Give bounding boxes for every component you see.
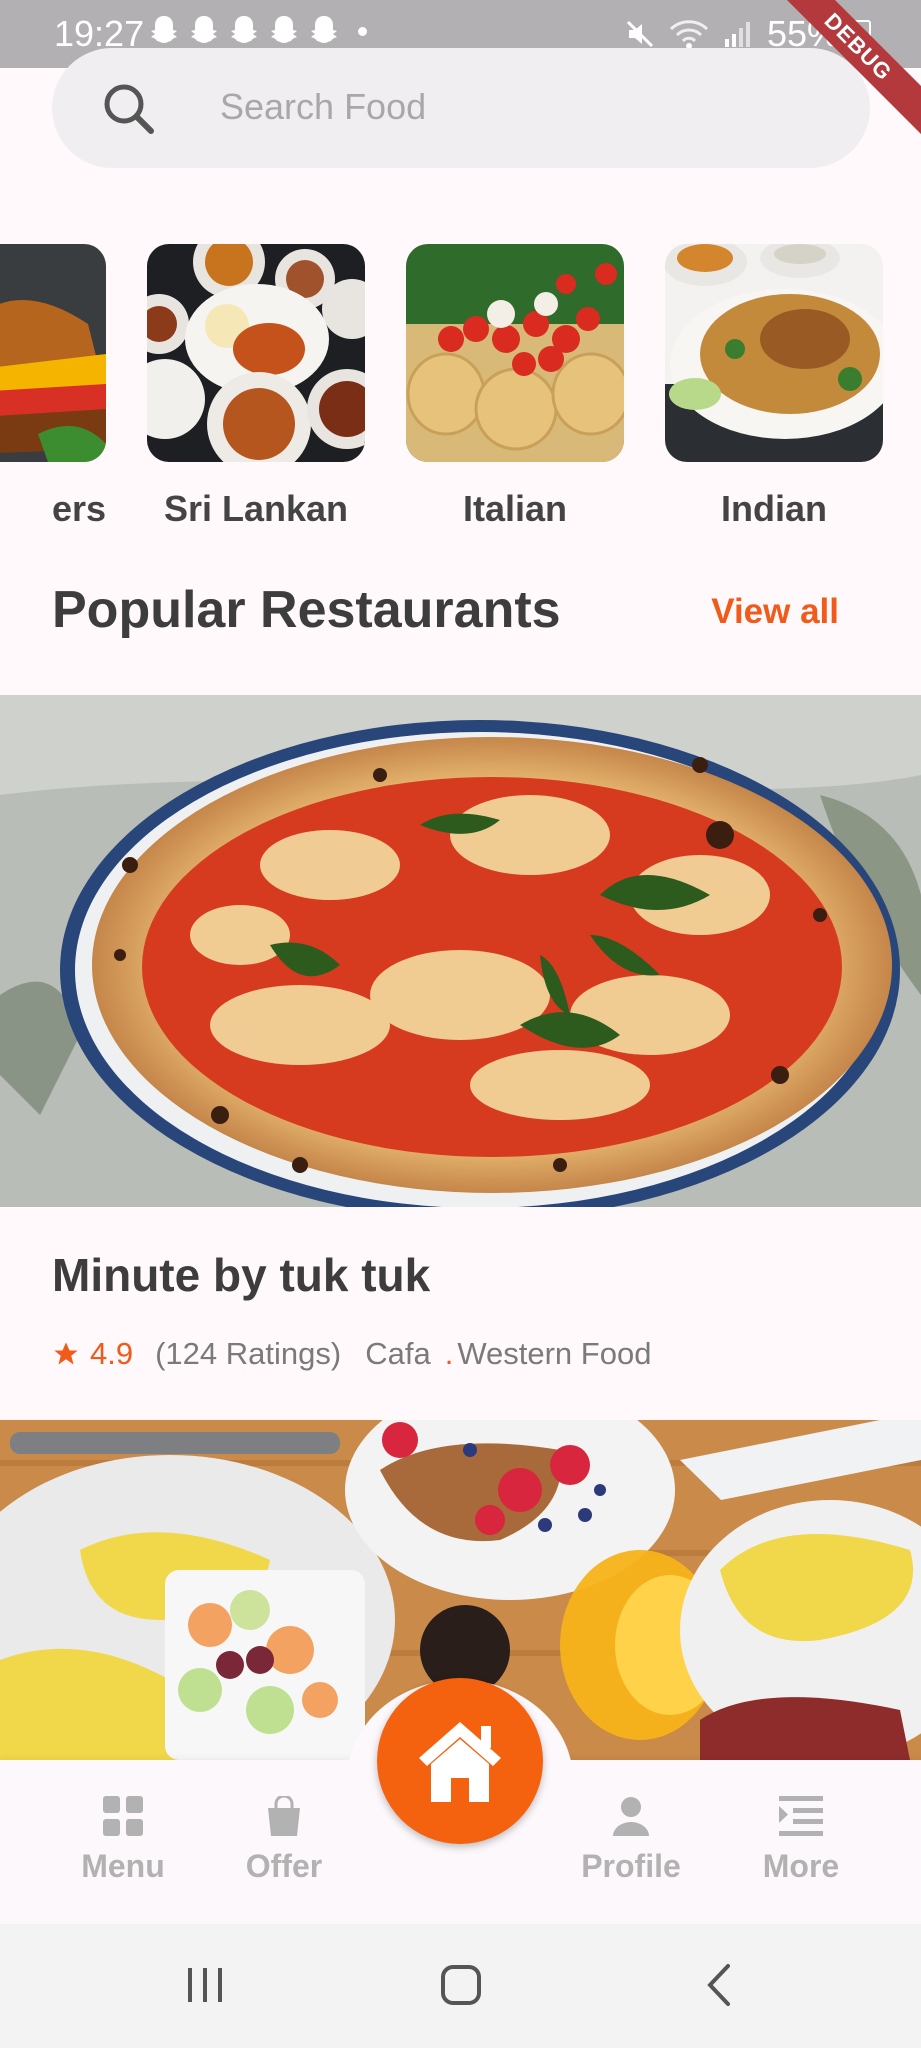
category-image-burgers [0, 244, 106, 462]
category-burgers[interactable]: ers [0, 244, 106, 530]
list-indent-icon [779, 1796, 823, 1836]
recent-apps-icon[interactable] [184, 1964, 226, 2006]
person-icon [613, 1797, 649, 1836]
nav-profile-label: Profile [581, 1848, 681, 1884]
signal-icon [724, 22, 750, 47]
nav-more[interactable]: More [731, 1796, 871, 1885]
category-image-italian [406, 244, 624, 462]
more-notifications-dot [358, 26, 367, 36]
nav-profile[interactable]: Profile [561, 1796, 701, 1885]
category-label-sri-lankan: Sri Lankan [163, 488, 349, 529]
shopping-bag-icon [268, 1796, 300, 1836]
category-italian[interactable]: Italian [406, 244, 624, 530]
snapchat-icon [231, 16, 257, 43]
search-input[interactable] [218, 76, 822, 138]
category-image-indian [665, 244, 883, 462]
section-title: Popular Restaurants [52, 581, 561, 639]
home-icon [419, 1722, 501, 1802]
category-image-sri-lankan [147, 244, 365, 462]
nav-menu[interactable]: Menu [53, 1796, 193, 1885]
category-label-burgers: ers [51, 488, 106, 529]
search-bar[interactable] [52, 48, 870, 168]
search-icon [104, 84, 154, 134]
category-list[interactable]: ers Sri Lankan Italian Indian [0, 244, 921, 544]
back-icon[interactable] [700, 1962, 742, 2008]
restaurant-image[interactable] [0, 695, 921, 1207]
mute-icon [626, 20, 653, 48]
restaurant-meta: 4.9 (124 Ratings) Cafa . Western Food [52, 1336, 651, 1372]
nav-offer-label: Offer [245, 1848, 323, 1884]
grid-icon [103, 1796, 143, 1836]
category-label-indian: Indian [721, 488, 827, 529]
meta-separator: . [444, 1336, 454, 1371]
star-icon [54, 1342, 78, 1365]
snapchat-icon [271, 16, 297, 43]
snapchat-icon [151, 16, 177, 43]
system-nav-bar [0, 1924, 921, 2048]
restaurant-rating: 4.9 [90, 1336, 134, 1371]
ratings-count: (124 Ratings) [155, 1336, 342, 1371]
restaurant-type: Cafa [365, 1336, 431, 1371]
nav-offer[interactable]: Offer [214, 1796, 354, 1885]
restaurant-cuisine: Western Food [457, 1336, 652, 1371]
nav-more-label: More [762, 1848, 840, 1884]
snapchat-icon [191, 16, 217, 43]
home-nav-icon[interactable] [440, 1964, 482, 2006]
view-all-link[interactable]: View all [711, 592, 839, 632]
snapchat-icon [311, 16, 337, 43]
category-sri-lankan[interactable]: Sri Lankan [147, 244, 365, 530]
nav-menu-label: Menu [81, 1848, 165, 1884]
restaurant-name[interactable]: Minute by tuk tuk [52, 1248, 430, 1302]
notification-icons [148, 14, 367, 48]
wifi-icon [669, 20, 708, 49]
category-indian[interactable]: Indian [665, 244, 883, 530]
home-button[interactable] [377, 1678, 543, 1844]
category-label-italian: Italian [462, 488, 568, 529]
